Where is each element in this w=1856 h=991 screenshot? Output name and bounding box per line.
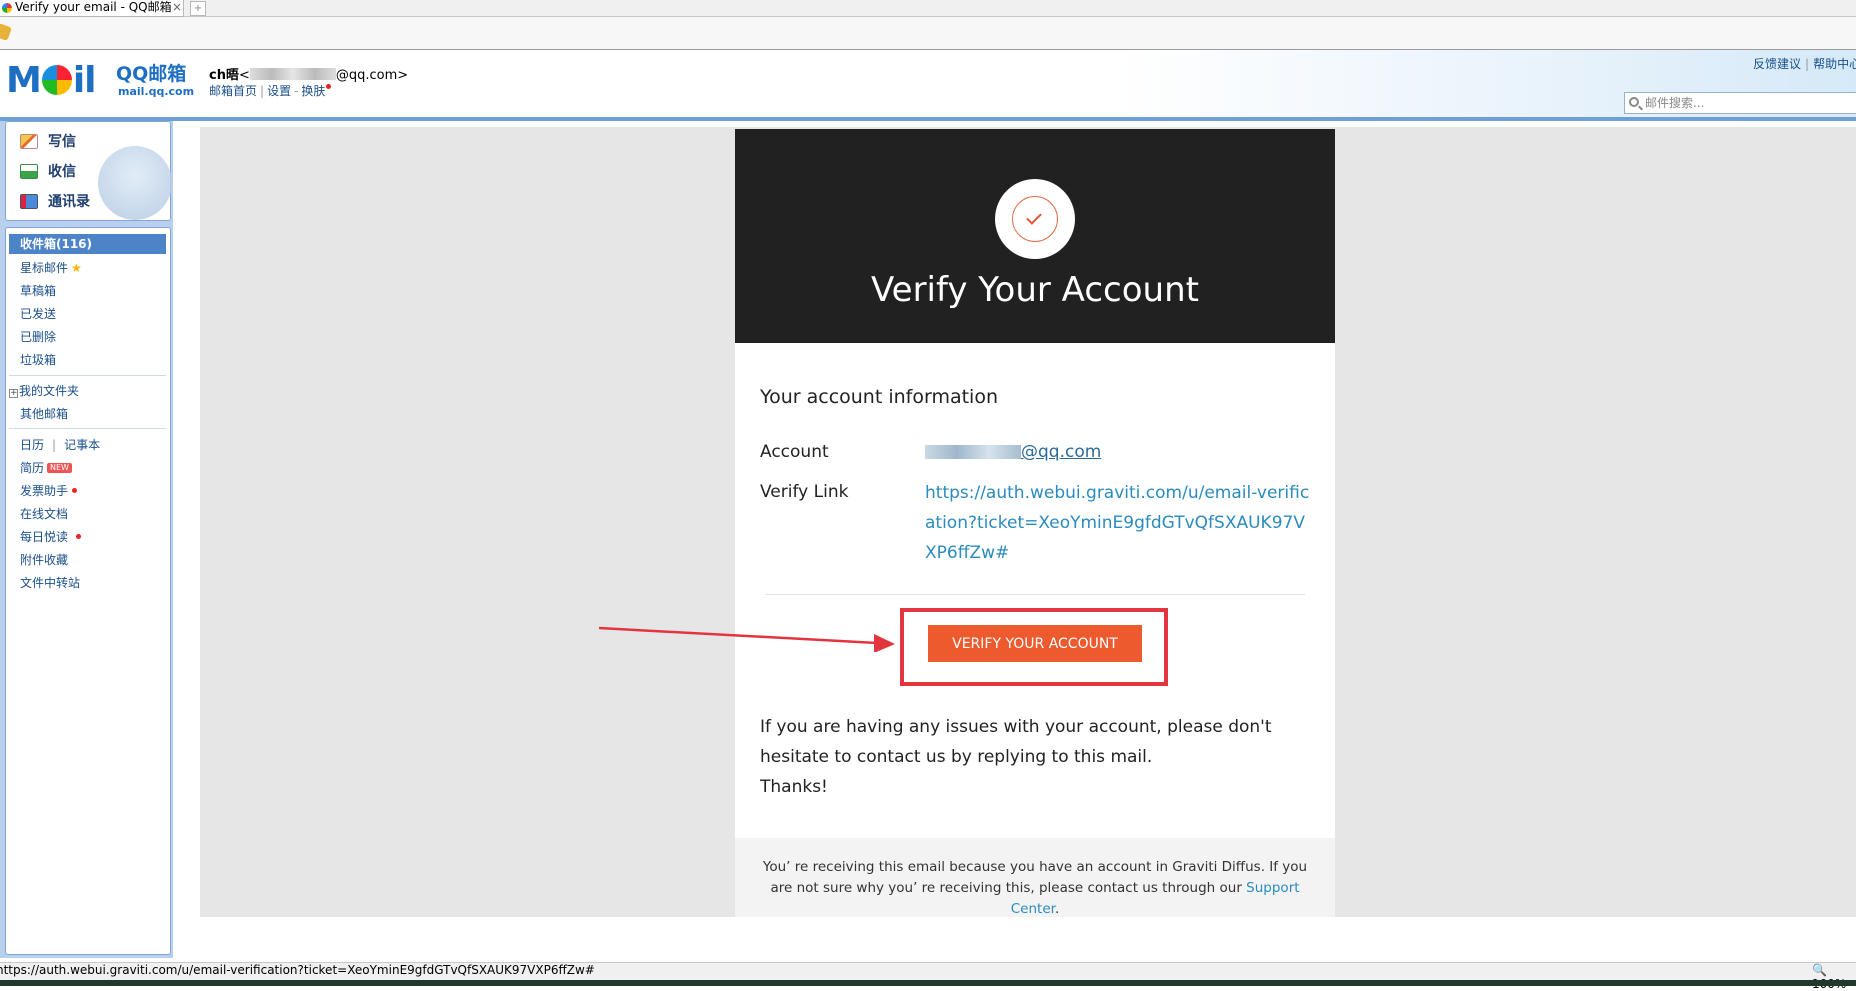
tool-daily-read[interactable]: 每日悦读 <box>20 528 82 545</box>
logo-domain: mail.qq.com <box>118 85 195 98</box>
contacts-label: 通讯录 <box>48 194 90 210</box>
email-divider <box>765 594 1305 595</box>
tab-title: Verify your email - QQ邮箱 <box>15 0 172 14</box>
account-label: Account <box>760 442 829 462</box>
annotation-arrow <box>598 626 895 652</box>
logo-brand: QQ邮箱 <box>116 63 187 85</box>
link-feedback[interactable]: 反馈建议 <box>1753 57 1801 71</box>
folder-deleted[interactable]: 已删除 <box>20 328 56 345</box>
email-body-text: If you are having any issues with your a… <box>760 712 1320 802</box>
folder-other-mail[interactable]: 其他邮箱 <box>20 405 68 422</box>
qq-mail-favicon-icon <box>2 3 12 13</box>
qq-penguin-decoration <box>98 146 172 220</box>
logo-o-icon <box>41 65 72 95</box>
account-value[interactable]: @qq.com <box>925 442 1101 462</box>
email-title: Verify Your Account <box>871 270 1199 310</box>
notification-dot-icon <box>326 84 332 89</box>
mail-search-input[interactable]: 邮件搜索... <box>1624 92 1856 114</box>
expand-plus-icon[interactable]: + <box>9 389 18 398</box>
new-badge: NEW <box>47 463 72 473</box>
footer-text: You’ re receiving this email because you… <box>755 857 1315 920</box>
my-folders-label: 我的文件夹 <box>19 384 80 398</box>
link-help[interactable]: 帮助中心 <box>1813 57 1856 71</box>
email-bracket: < <box>238 68 250 83</box>
tool-daily-read-label: 每日悦读 <box>20 530 69 544</box>
contacts-icon <box>20 194 38 209</box>
user-name: ch晤 <box>209 68 239 83</box>
sidebar-divider <box>9 428 166 429</box>
link-calendar[interactable]: 日历 <box>20 438 44 452</box>
download-icon <box>20 164 38 179</box>
contacts-button[interactable]: 通讯录 <box>20 191 90 211</box>
folder-sent[interactable]: 已发送 <box>20 305 56 322</box>
notification-dot-icon <box>76 534 82 539</box>
folder-inbox[interactable]: 收件箱(116) <box>9 234 166 254</box>
link-change-skin[interactable]: 换肤 <box>301 84 325 98</box>
header-divider <box>0 117 1856 121</box>
verify-link-label: Verify Link <box>760 482 849 502</box>
top-links: 反馈建议 | 帮助中心 <box>1753 55 1856 72</box>
tool-invoice[interactable]: 发票助手 <box>20 482 78 499</box>
new-tab-button[interactable]: + <box>190 1 206 16</box>
compose-button[interactable]: 写信 <box>20 131 76 151</box>
taskbar-edge <box>0 980 1856 986</box>
redacted-email <box>249 68 336 80</box>
link-settings[interactable]: 设置 <box>267 84 291 98</box>
tool-resume[interactable]: 简历 NEW <box>20 459 72 476</box>
email-signoff: Thanks! <box>760 777 828 797</box>
tool-invoice-label: 发票助手 <box>20 484 69 498</box>
link-mail-home[interactable]: 邮箱首页 <box>209 84 257 98</box>
browser-tab-strip <box>0 0 1856 17</box>
folder-starred[interactable]: 星标邮件 ★ <box>20 259 82 276</box>
zoom-icon: 🔍 <box>1812 963 1827 977</box>
receive-label: 收信 <box>48 164 76 180</box>
tool-attachments[interactable]: 附件收藏 <box>20 551 68 568</box>
account-email-suffix: @qq.com <box>1021 442 1102 462</box>
receive-button[interactable]: 收信 <box>20 161 76 181</box>
link-notes[interactable]: 记事本 <box>64 438 100 452</box>
qq-mail-logo[interactable]: Mil <box>6 61 97 101</box>
footer-period: . <box>1054 901 1060 917</box>
folder-spam[interactable]: 垃圾箱 <box>20 351 56 368</box>
status-url: https://auth.webui.graviti.com/u/email-v… <box>0 963 595 977</box>
tool-file-transfer[interactable]: 文件中转站 <box>20 574 80 591</box>
notification-dot-icon <box>72 488 78 493</box>
email-message: If you are having any issues with your a… <box>760 717 1272 767</box>
folder-my-folders[interactable]: +我的文件夹 <box>9 382 79 399</box>
folder-starred-label: 星标邮件 <box>20 261 69 275</box>
folder-drafts[interactable]: 草稿箱 <box>20 282 56 299</box>
browser-tab[interactable]: Verify your email - QQ邮箱 <box>0 0 184 17</box>
calendar-notes: 日历 | 记事本 <box>20 438 101 452</box>
user-identity: ch晤< @qq.com> <box>209 64 408 83</box>
header-links: 邮箱首页 | 设置 - 换肤 <box>209 82 332 99</box>
pencil-icon <box>20 134 38 149</box>
tool-resume-label: 简历 <box>20 461 45 475</box>
browser-toolbar <box>0 17 1856 50</box>
compose-label: 写信 <box>48 134 76 150</box>
sidebar-divider <box>9 375 166 376</box>
verify-account-button[interactable]: VERIFY YOUR ACCOUNT <box>928 625 1142 662</box>
tab-close-icon[interactable]: × <box>172 0 182 14</box>
tool-online-docs[interactable]: 在线文档 <box>20 505 68 522</box>
zoom-level[interactable]: 🔍100% <box>1812 963 1856 991</box>
star-icon: ★ <box>71 261 82 275</box>
section-heading: Your account information <box>760 386 998 408</box>
verify-link[interactable]: https://auth.webui.graviti.com/u/email-v… <box>925 478 1315 568</box>
footer-message: You’ re receiving this email because you… <box>762 859 1308 896</box>
redacted-account <box>925 445 1021 459</box>
user-email-suffix: @qq.com> <box>335 68 409 83</box>
search-icon <box>1629 97 1639 107</box>
